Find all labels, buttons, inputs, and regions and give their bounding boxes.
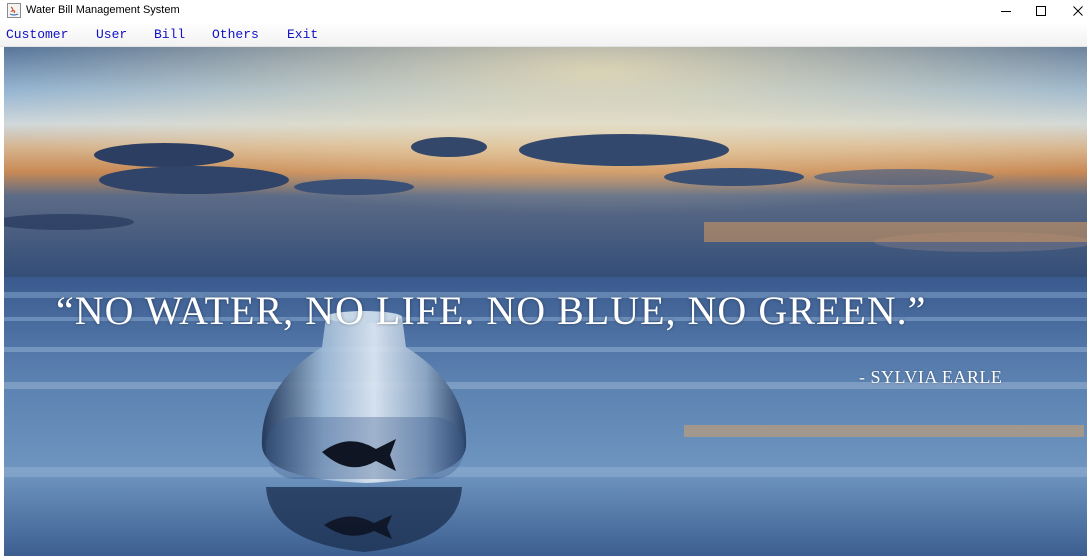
window-title: Water Bill Management System [26, 4, 180, 16]
minimize-icon [1001, 11, 1011, 12]
menu-user[interactable]: User [96, 27, 127, 42]
minimize-button[interactable] [987, 0, 1025, 22]
close-icon [1073, 6, 1083, 16]
menu-bar: Customer User Bill Others Exit [0, 22, 1087, 47]
menu-bill[interactable]: Bill [154, 27, 185, 42]
maximize-icon [1036, 6, 1046, 16]
close-button[interactable] [1059, 0, 1087, 22]
java-app-icon [7, 3, 21, 18]
menu-customer[interactable]: Customer [6, 27, 68, 42]
quote-author: - SYLVIA EARLE [859, 367, 1003, 387]
title-bar: Water Bill Management System [0, 0, 1087, 22]
maximize-button[interactable] [1022, 0, 1060, 22]
menu-others[interactable]: Others [212, 27, 259, 42]
quote-text: “NO WATER, NO LIFE. NO BLUE, NO GREEN.” [56, 288, 927, 333]
menu-exit[interactable]: Exit [287, 27, 318, 42]
background-image: “NO WATER, NO LIFE. NO BLUE, NO GREEN.” … [4, 47, 1087, 556]
